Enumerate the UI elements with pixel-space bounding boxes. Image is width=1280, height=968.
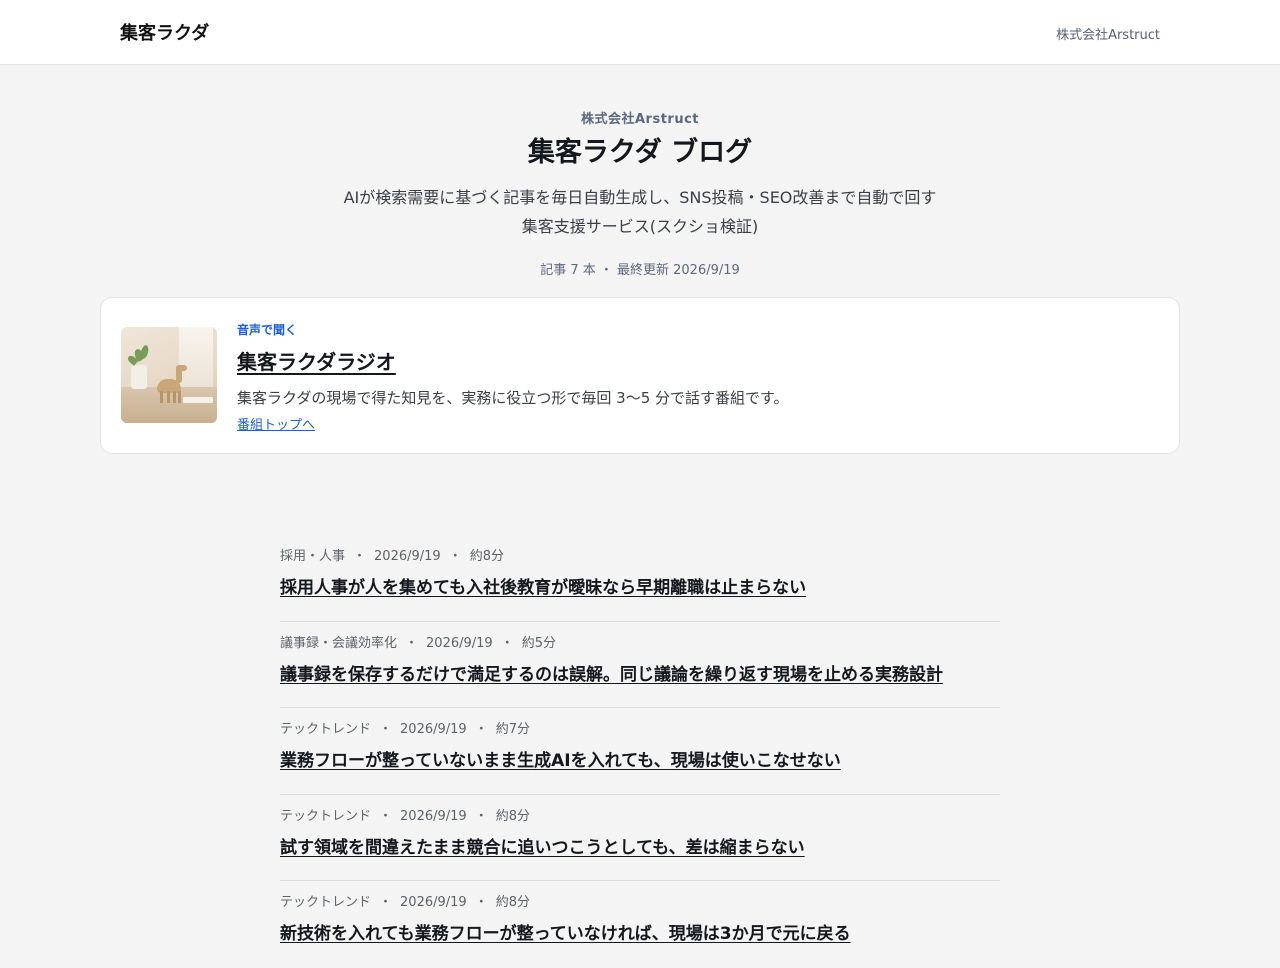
article-meta: テックトレンド・ 2026/9/19 ・約8分: [280, 808, 530, 824]
article-category: テックトレンド: [280, 722, 372, 737]
article-category: テックトレンド: [280, 808, 372, 824]
radio-title-link[interactable]: 集客ラクダラジオ: [237, 346, 396, 375]
article-read-time: 約5分: [521, 635, 556, 651]
hero-description: AIが検索需要に基づく記事を毎日自動生成し、SNS投稿・SEO改善まで自動で回す…: [343, 188, 937, 237]
article-item: 議事録・会議効率化・ 2026/9/19 ・約5分 議事録を保存するだけで満足するの…: [280, 622, 1000, 708]
brand-logo-link[interactable]: 集客ラクダ: [120, 19, 209, 45]
article-title-link[interactable]: 議事録を保存するだけで満足するのは誤解。同じ議論を繰り返す現場を止める実務設計: [280, 660, 943, 685]
article-read-time: 約7分: [495, 722, 530, 737]
blog-hero: 株式会社Arstruct 集客ラクダ ブログ AIが検索需要に基づく記事を毎日自…: [0, 65, 1280, 278]
top-bar: 集客ラクダ 株式会社Arstruct: [0, 0, 1280, 65]
article-meta: 議事録・会議効率化・ 2026/9/19 ・約5分: [280, 635, 556, 651]
article-date: 2026/9/19: [426, 635, 493, 651]
article-meta: テックトレンド・ 2026/9/19 ・約7分: [280, 722, 530, 737]
article-meta: 採用・人事・ 2026/9/19 ・約8分: [280, 549, 504, 564]
article-read-time: 約8分: [469, 549, 504, 564]
article-date: 2026/9/19: [374, 549, 441, 564]
page-title: 集客ラクダ ブログ: [527, 137, 753, 168]
article-category: テックトレンド: [280, 895, 372, 910]
radio-top-link[interactable]: 番組トップへ: [237, 414, 315, 433]
article-date: 2026/9/19: [400, 808, 467, 824]
company-link[interactable]: 株式会社Arstruct: [1056, 24, 1160, 43]
radio-description: 集客ラクダの現場で得た知見を、実務に役立つ形で毎回 3〜5 分で話す番組です。: [237, 389, 789, 407]
article-list: 採用・人事・ 2026/9/19 ・約8分 採用人事が人を集めても入社後教育が曖昧な…: [280, 535, 1000, 968]
article-item: 採用・人事・ 2026/9/19 ・約8分 採用人事が人を集めても入社後教育が曖昧な…: [280, 535, 1000, 622]
article-category: 議事録・会議効率化: [280, 635, 398, 651]
radio-card: 音声で聞く 集客ラクダラジオ 集客ラクダの現場で得た知見を、実務に役立つ形で毎回…: [100, 297, 1180, 454]
hero-eyebrow: 株式会社Arstruct: [580, 112, 699, 127]
article-item: テックトレンド・ 2026/9/19 ・約7分 業務フローが整っていないまま生成AI…: [280, 708, 1000, 795]
article-read-time: 約8分: [495, 808, 530, 824]
article-date: 2026/9/19: [400, 895, 467, 910]
article-title-link[interactable]: 業務フローが整っていないまま生成AIを入れても、現場は使いこなせない: [280, 746, 841, 771]
article-category: 採用・人事: [280, 549, 346, 564]
article-title-link[interactable]: 新技術を入れても業務フローが整っていなければ、現場は3か月で元に戻る: [280, 919, 851, 944]
radio-thumbnail-image[interactable]: [121, 327, 217, 423]
article-date: 2026/9/19: [400, 722, 467, 737]
hero-meta: 記事 7 本 ・ 最終更新 2026/9/19: [540, 263, 740, 279]
radio-eyebrow: 音声で聞く: [237, 323, 298, 337]
article-title-link[interactable]: 試す領域を間違えたまま競合に追いつこうとしても、差は縮まらない: [280, 833, 805, 858]
article-read-time: 約8分: [495, 895, 530, 910]
article-item: テックトレンド・ 2026/9/19 ・約8分 新技術を入れても業務フローが整ってい…: [280, 881, 1000, 968]
article-title-link[interactable]: 採用人事が人を集めても入社後教育が曖昧なら早期離職は止まらない: [280, 573, 806, 598]
article-meta: テックトレンド・ 2026/9/19 ・約8分: [280, 895, 530, 910]
article-item: テックトレンド・ 2026/9/19 ・約8分 試す領域を間違えたまま競合に追いつこ…: [280, 795, 1000, 881]
